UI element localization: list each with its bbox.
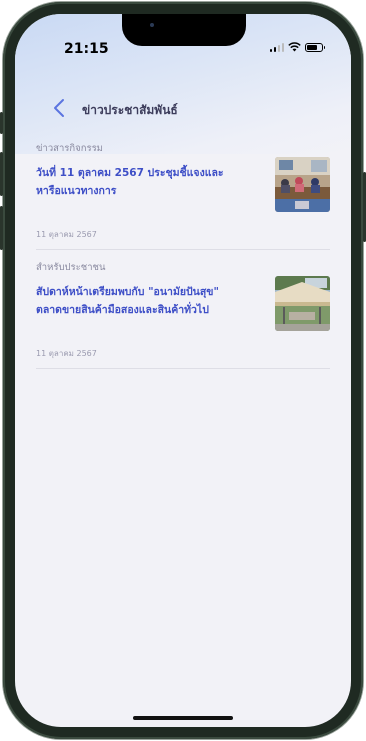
- news-thumbnail[interactable]: [275, 157, 330, 212]
- home-indicator[interactable]: [133, 716, 233, 720]
- status-icons: [269, 42, 325, 52]
- signal-icon: [269, 42, 284, 52]
- mute-switch: [0, 112, 3, 134]
- outdoor-market-tent-photo-icon: [275, 276, 330, 331]
- news-thumbnail[interactable]: [275, 276, 330, 331]
- status-time: 21:15: [64, 41, 109, 57]
- screen: 21:15 ข่าวประชาสัมพันธ์ ข่าวสารกิจกรรม ว…: [15, 14, 351, 727]
- page-title: ข่าวประชาสัมพันธ์: [82, 103, 178, 117]
- volume-up-button: [0, 152, 3, 196]
- phone-frame: 21:15 ข่าวประชาสัมพันธ์ ข่าวสารกิจกรรม ว…: [0, 2, 366, 739]
- news-title[interactable]: สัปดาห์หน้าเตรียมพบกับ "อนามัยปันสุข" ตล…: [36, 283, 246, 331]
- dynamic-notch: [122, 14, 246, 46]
- news-category: สำหรับประชาชน: [36, 262, 106, 273]
- battery-icon: [305, 42, 325, 52]
- camera-icon: [150, 23, 154, 27]
- back-chevron-icon[interactable]: [51, 97, 69, 119]
- news-feed: ข่าวสารกิจกรรม วันที่ 11 ตุลาคม 2567 ประ…: [36, 141, 330, 379]
- wifi-icon: [288, 42, 301, 52]
- nav-bar: ข่าวประชาสัมพันธ์: [15, 96, 351, 122]
- news-category: ข่าวสารกิจกรรม: [36, 143, 103, 154]
- news-date: 11 ตุลาคม 2567: [36, 349, 97, 358]
- news-title[interactable]: วันที่ 11 ตุลาคม 2567 ประชุมชี้แจงและหาร…: [36, 164, 246, 212]
- meeting-room-photo-icon: [275, 157, 330, 212]
- news-date: 11 ตุลาคม 2567: [36, 230, 97, 239]
- volume-down-button: [0, 206, 3, 250]
- news-item[interactable]: ข่าวสารกิจกรรม วันที่ 11 ตุลาคม 2567 ประ…: [36, 141, 330, 250]
- news-item[interactable]: สำหรับประชาชน สัปดาห์หน้าเตรียมพบกับ "อน…: [36, 260, 330, 369]
